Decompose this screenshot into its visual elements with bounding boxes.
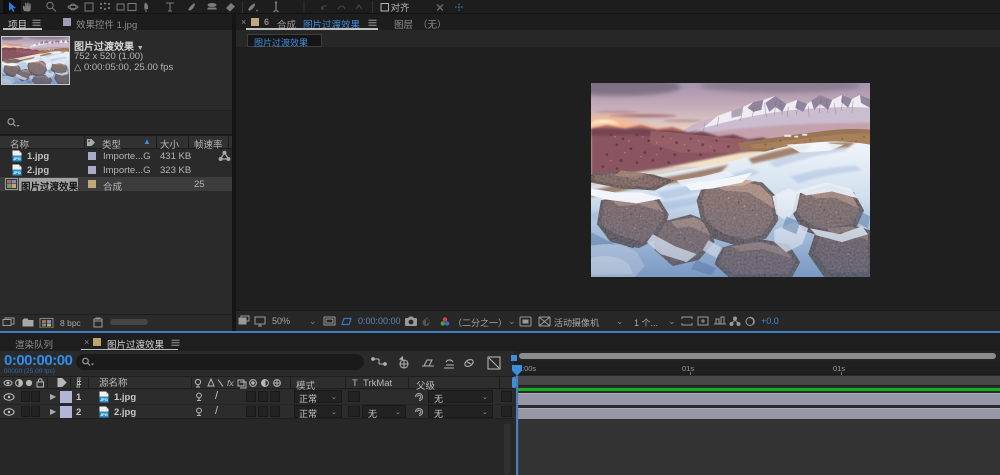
svg-text:8 bpc: 8 bpc (60, 318, 82, 328)
svg-text:源名称: 源名称 (99, 377, 128, 389)
svg-text:fx: fx (227, 378, 234, 388)
svg-text:对齐: 对齐 (391, 2, 411, 14)
